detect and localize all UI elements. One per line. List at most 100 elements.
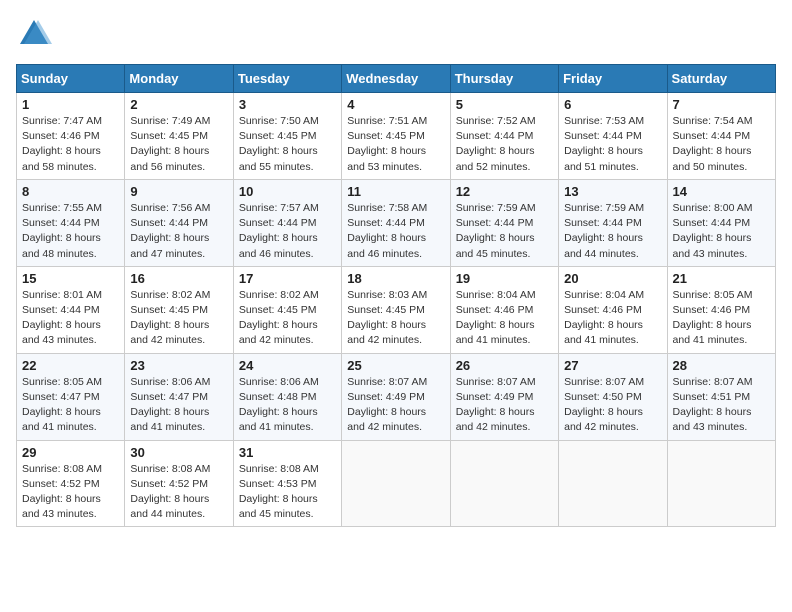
day-number: 29 — [22, 445, 119, 460]
day-number: 6 — [564, 97, 661, 112]
calendar-cell: 5 Sunrise: 7:52 AMSunset: 4:44 PMDayligh… — [450, 93, 558, 180]
day-number: 4 — [347, 97, 444, 112]
week-row-4: 22 Sunrise: 8:05 AMSunset: 4:47 PMDaylig… — [17, 353, 776, 440]
calendar-cell: 16 Sunrise: 8:02 AMSunset: 4:45 PMDaylig… — [125, 266, 233, 353]
day-number: 20 — [564, 271, 661, 286]
day-info: Sunrise: 8:04 AMSunset: 4:46 PMDaylight:… — [564, 288, 661, 349]
day-info: Sunrise: 8:06 AMSunset: 4:48 PMDaylight:… — [239, 375, 336, 436]
weekday-header-tuesday: Tuesday — [233, 65, 341, 93]
day-number: 11 — [347, 184, 444, 199]
day-info: Sunrise: 7:59 AMSunset: 4:44 PMDaylight:… — [456, 201, 553, 262]
day-number: 13 — [564, 184, 661, 199]
day-number: 16 — [130, 271, 227, 286]
calendar-cell: 25 Sunrise: 8:07 AMSunset: 4:49 PMDaylig… — [342, 353, 450, 440]
calendar-cell: 20 Sunrise: 8:04 AMSunset: 4:46 PMDaylig… — [559, 266, 667, 353]
weekday-header-row: SundayMondayTuesdayWednesdayThursdayFrid… — [17, 65, 776, 93]
day-number: 12 — [456, 184, 553, 199]
day-info: Sunrise: 7:57 AMSunset: 4:44 PMDaylight:… — [239, 201, 336, 262]
week-row-1: 1 Sunrise: 7:47 AMSunset: 4:46 PMDayligh… — [17, 93, 776, 180]
day-info: Sunrise: 7:49 AMSunset: 4:45 PMDaylight:… — [130, 114, 227, 175]
calendar-cell — [559, 440, 667, 527]
day-info: Sunrise: 7:55 AMSunset: 4:44 PMDaylight:… — [22, 201, 119, 262]
weekday-header-friday: Friday — [559, 65, 667, 93]
calendar-cell: 3 Sunrise: 7:50 AMSunset: 4:45 PMDayligh… — [233, 93, 341, 180]
calendar-cell: 7 Sunrise: 7:54 AMSunset: 4:44 PMDayligh… — [667, 93, 775, 180]
day-info: Sunrise: 8:02 AMSunset: 4:45 PMDaylight:… — [130, 288, 227, 349]
day-number: 1 — [22, 97, 119, 112]
day-number: 27 — [564, 358, 661, 373]
day-info: Sunrise: 7:58 AMSunset: 4:44 PMDaylight:… — [347, 201, 444, 262]
calendar-cell: 1 Sunrise: 7:47 AMSunset: 4:46 PMDayligh… — [17, 93, 125, 180]
day-info: Sunrise: 7:47 AMSunset: 4:46 PMDaylight:… — [22, 114, 119, 175]
day-info: Sunrise: 8:08 AMSunset: 4:52 PMDaylight:… — [130, 462, 227, 523]
logo — [16, 16, 56, 52]
day-info: Sunrise: 8:08 AMSunset: 4:53 PMDaylight:… — [239, 462, 336, 523]
calendar-cell: 4 Sunrise: 7:51 AMSunset: 4:45 PMDayligh… — [342, 93, 450, 180]
day-number: 30 — [130, 445, 227, 460]
calendar-table: SundayMondayTuesdayWednesdayThursdayFrid… — [16, 64, 776, 527]
day-info: Sunrise: 8:07 AMSunset: 4:50 PMDaylight:… — [564, 375, 661, 436]
day-number: 25 — [347, 358, 444, 373]
day-number: 2 — [130, 97, 227, 112]
day-number: 7 — [673, 97, 770, 112]
calendar-cell: 18 Sunrise: 8:03 AMSunset: 4:45 PMDaylig… — [342, 266, 450, 353]
calendar-cell: 19 Sunrise: 8:04 AMSunset: 4:46 PMDaylig… — [450, 266, 558, 353]
calendar-cell: 2 Sunrise: 7:49 AMSunset: 4:45 PMDayligh… — [125, 93, 233, 180]
day-info: Sunrise: 8:06 AMSunset: 4:47 PMDaylight:… — [130, 375, 227, 436]
calendar-cell: 29 Sunrise: 8:08 AMSunset: 4:52 PMDaylig… — [17, 440, 125, 527]
day-info: Sunrise: 7:51 AMSunset: 4:45 PMDaylight:… — [347, 114, 444, 175]
day-number: 14 — [673, 184, 770, 199]
day-info: Sunrise: 8:05 AMSunset: 4:47 PMDaylight:… — [22, 375, 119, 436]
day-number: 28 — [673, 358, 770, 373]
day-number: 9 — [130, 184, 227, 199]
day-number: 8 — [22, 184, 119, 199]
calendar-cell: 21 Sunrise: 8:05 AMSunset: 4:46 PMDaylig… — [667, 266, 775, 353]
calendar-cell: 23 Sunrise: 8:06 AMSunset: 4:47 PMDaylig… — [125, 353, 233, 440]
day-number: 23 — [130, 358, 227, 373]
logo-icon — [16, 16, 52, 52]
weekday-header-sunday: Sunday — [17, 65, 125, 93]
day-number: 24 — [239, 358, 336, 373]
day-number: 26 — [456, 358, 553, 373]
day-info: Sunrise: 7:52 AMSunset: 4:44 PMDaylight:… — [456, 114, 553, 175]
weekday-header-thursday: Thursday — [450, 65, 558, 93]
calendar-cell — [342, 440, 450, 527]
day-number: 19 — [456, 271, 553, 286]
day-info: Sunrise: 8:01 AMSunset: 4:44 PMDaylight:… — [22, 288, 119, 349]
day-info: Sunrise: 8:03 AMSunset: 4:45 PMDaylight:… — [347, 288, 444, 349]
page-header — [16, 16, 776, 52]
calendar-cell: 30 Sunrise: 8:08 AMSunset: 4:52 PMDaylig… — [125, 440, 233, 527]
week-row-3: 15 Sunrise: 8:01 AMSunset: 4:44 PMDaylig… — [17, 266, 776, 353]
week-row-2: 8 Sunrise: 7:55 AMSunset: 4:44 PMDayligh… — [17, 179, 776, 266]
calendar-cell: 13 Sunrise: 7:59 AMSunset: 4:44 PMDaylig… — [559, 179, 667, 266]
day-info: Sunrise: 8:07 AMSunset: 4:51 PMDaylight:… — [673, 375, 770, 436]
calendar-cell: 22 Sunrise: 8:05 AMSunset: 4:47 PMDaylig… — [17, 353, 125, 440]
calendar-cell — [667, 440, 775, 527]
day-info: Sunrise: 8:00 AMSunset: 4:44 PMDaylight:… — [673, 201, 770, 262]
calendar-cell: 26 Sunrise: 8:07 AMSunset: 4:49 PMDaylig… — [450, 353, 558, 440]
calendar-cell: 10 Sunrise: 7:57 AMSunset: 4:44 PMDaylig… — [233, 179, 341, 266]
calendar-cell: 9 Sunrise: 7:56 AMSunset: 4:44 PMDayligh… — [125, 179, 233, 266]
calendar-cell: 14 Sunrise: 8:00 AMSunset: 4:44 PMDaylig… — [667, 179, 775, 266]
day-info: Sunrise: 8:05 AMSunset: 4:46 PMDaylight:… — [673, 288, 770, 349]
day-info: Sunrise: 7:59 AMSunset: 4:44 PMDaylight:… — [564, 201, 661, 262]
calendar-cell: 27 Sunrise: 8:07 AMSunset: 4:50 PMDaylig… — [559, 353, 667, 440]
day-info: Sunrise: 8:08 AMSunset: 4:52 PMDaylight:… — [22, 462, 119, 523]
day-number: 15 — [22, 271, 119, 286]
calendar-cell: 17 Sunrise: 8:02 AMSunset: 4:45 PMDaylig… — [233, 266, 341, 353]
day-info: Sunrise: 7:50 AMSunset: 4:45 PMDaylight:… — [239, 114, 336, 175]
day-number: 21 — [673, 271, 770, 286]
calendar-cell: 24 Sunrise: 8:06 AMSunset: 4:48 PMDaylig… — [233, 353, 341, 440]
calendar-cell: 11 Sunrise: 7:58 AMSunset: 4:44 PMDaylig… — [342, 179, 450, 266]
day-info: Sunrise: 8:04 AMSunset: 4:46 PMDaylight:… — [456, 288, 553, 349]
weekday-header-saturday: Saturday — [667, 65, 775, 93]
day-info: Sunrise: 7:53 AMSunset: 4:44 PMDaylight:… — [564, 114, 661, 175]
calendar-cell: 6 Sunrise: 7:53 AMSunset: 4:44 PMDayligh… — [559, 93, 667, 180]
day-number: 18 — [347, 271, 444, 286]
calendar-cell: 12 Sunrise: 7:59 AMSunset: 4:44 PMDaylig… — [450, 179, 558, 266]
calendar-cell — [450, 440, 558, 527]
day-number: 5 — [456, 97, 553, 112]
day-info: Sunrise: 7:54 AMSunset: 4:44 PMDaylight:… — [673, 114, 770, 175]
calendar-cell: 15 Sunrise: 8:01 AMSunset: 4:44 PMDaylig… — [17, 266, 125, 353]
week-row-5: 29 Sunrise: 8:08 AMSunset: 4:52 PMDaylig… — [17, 440, 776, 527]
